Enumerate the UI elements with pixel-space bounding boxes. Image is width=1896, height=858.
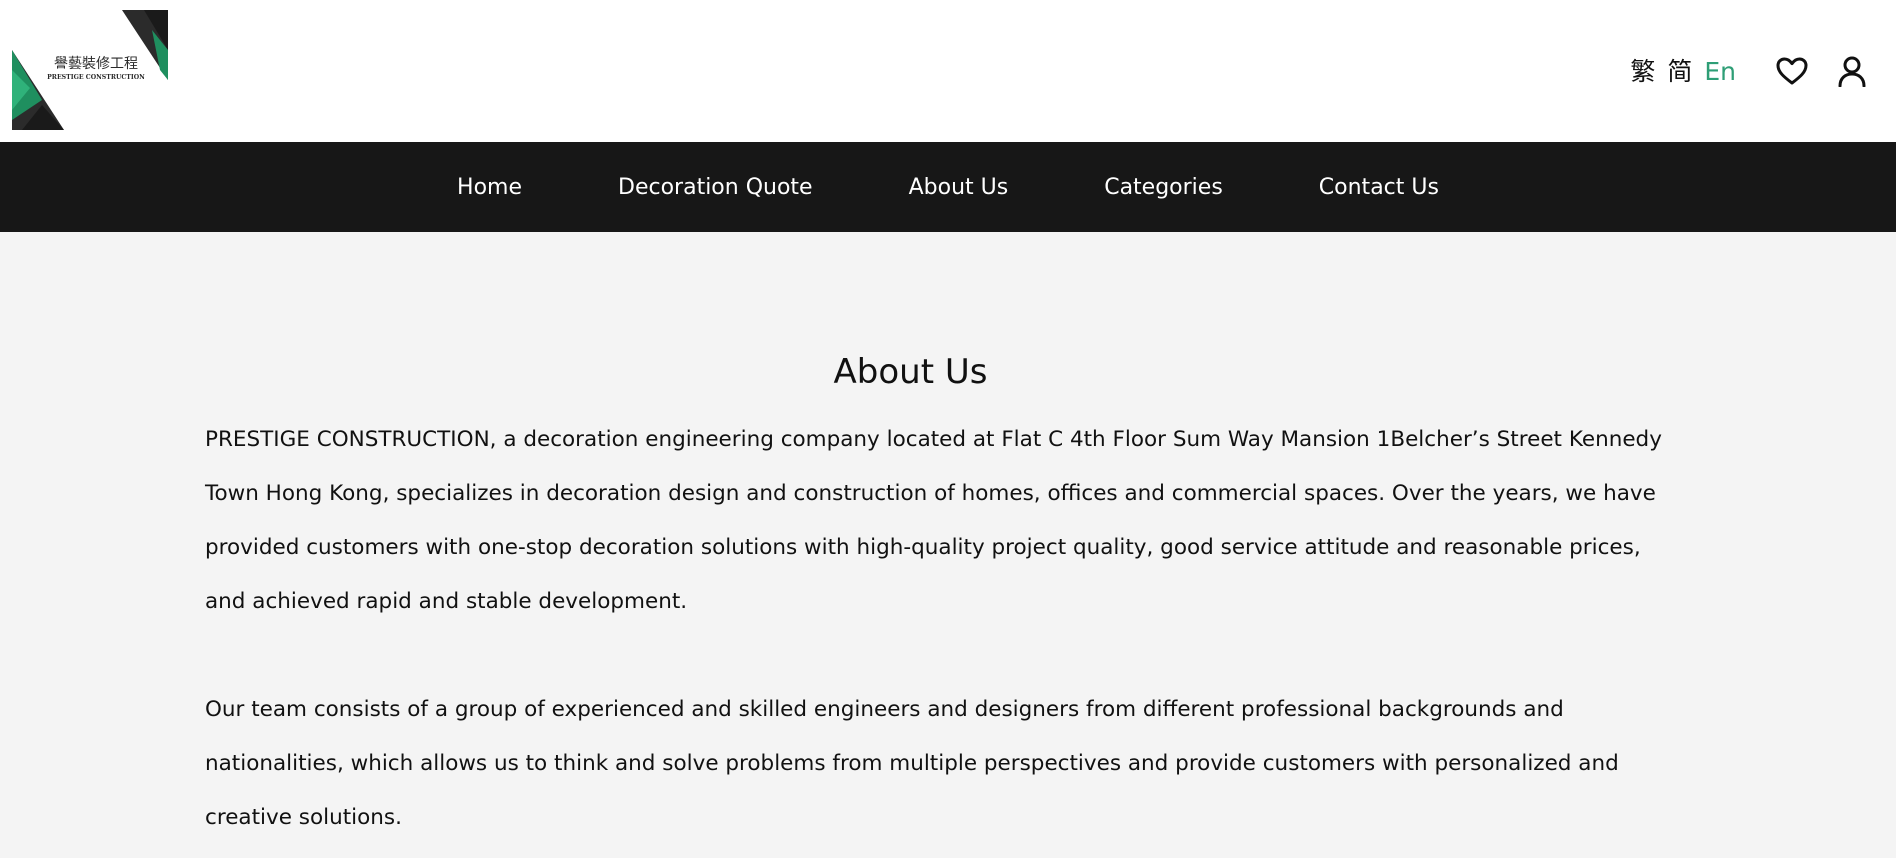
nav-contact-us[interactable]: Contact Us <box>1319 175 1439 200</box>
header-actions: 繁 简 En <box>1630 0 1896 142</box>
heart-icon[interactable] <box>1772 51 1812 91</box>
about-content: About Us PRESTIGE CONSTRUCTION, a decora… <box>205 232 1685 845</box>
nav-home[interactable]: Home <box>457 175 522 200</box>
about-paragraph-2: Our team consists of a group of experien… <box>205 697 1619 830</box>
nav-about-us[interactable]: About Us <box>909 175 1009 200</box>
user-icon[interactable] <box>1832 51 1872 91</box>
lang-traditional[interactable]: 繁 <box>1630 59 1655 84</box>
svg-text:譽藝裝修工程: 譽藝裝修工程 <box>54 56 138 72</box>
page-title: About Us <box>833 352 988 392</box>
lang-english[interactable]: En <box>1704 59 1736 84</box>
nav-decoration-quote[interactable]: Decoration Quote <box>618 175 813 200</box>
svg-text:PRESTIGE CONSTRUCTION: PRESTIGE CONSTRUCTION <box>47 74 145 81</box>
company-logo[interactable]: 譽藝裝修工程 PRESTIGE CONSTRUCTION <box>12 10 168 130</box>
lang-simplified[interactable]: 简 <box>1667 59 1692 84</box>
main-nav: Home Decoration Quote About Us Categorie… <box>0 142 1896 232</box>
nav-categories[interactable]: Categories <box>1104 175 1223 200</box>
about-paragraph-1: PRESTIGE CONSTRUCTION, a decoration engi… <box>205 427 1662 614</box>
top-header: 譽藝裝修工程 PRESTIGE CONSTRUCTION 繁 简 En <box>0 0 1896 142</box>
